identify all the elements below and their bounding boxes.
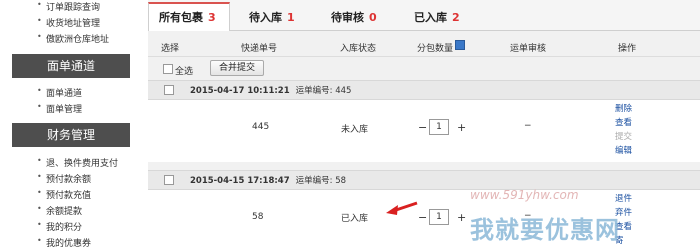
sidebar-link-prepay-recharge[interactable]: 预付款充值 — [37, 188, 91, 201]
col-tracking-no: 快递单号 — [241, 44, 278, 54]
sidebar-link-channel[interactable]: 面单通道 — [37, 86, 82, 99]
qty-plus-button[interactable]: + — [457, 121, 466, 134]
sidebar-link-prepay-balance[interactable]: 预付款余额 — [37, 172, 91, 185]
tab-all-packages[interactable]: 所有包裹 3 — [159, 9, 216, 25]
sidebar-link-waybill-manage[interactable]: 面单管理 — [37, 102, 82, 115]
sidebar-link-coupons[interactable]: 我的优惠券 — [37, 236, 91, 249]
qty-minus-button[interactable]: − — [418, 211, 427, 224]
qty-input[interactable]: 1 — [429, 209, 449, 225]
sidebar-link-points[interactable]: 我的积分 — [37, 220, 82, 233]
tab-pending-storage[interactable]: 待入库 1 — [249, 9, 295, 25]
select-all-checkbox[interactable] — [163, 64, 173, 74]
group-meta: 2015-04-15 17:18:47 运单编号: 58 — [190, 176, 347, 186]
sidebar: 订单跟踪查询 收货地址管理 傲欧洲仓库地址 面单通道 面单通道 面单管理 财务管… — [0, 0, 140, 251]
header-divider — [148, 56, 700, 57]
tab-bar: 所有包裹 3 待入库 1 待审核 0 已入库 2 — [148, 0, 700, 31]
col-actions: 操作 — [618, 44, 637, 54]
col-split-qty: 分包数量 — [417, 44, 454, 54]
red-arrow-annotation — [386, 201, 418, 215]
tracking-number: 445 — [252, 122, 270, 132]
qty-minus-button[interactable]: − — [418, 121, 427, 134]
select-all-label: 全选 — [175, 67, 194, 77]
sidebar-link-order-tracking[interactable]: 订单跟踪查询 — [37, 0, 100, 13]
sidebar-section-finance: 财务管理 — [12, 123, 130, 147]
edit-link[interactable]: 编辑 — [615, 144, 632, 156]
watermark-url: www.591yhw.com — [470, 188, 579, 202]
qty-plus-button[interactable]: + — [457, 211, 466, 224]
tracking-number: 58 — [252, 212, 264, 222]
storage-status: 未入库 — [341, 125, 369, 135]
return-link[interactable]: 退件 — [615, 192, 632, 204]
package-row: 445 未入库 − 1 + − 删除 查看 提交 编辑 — [148, 100, 700, 162]
tab-count: 3 — [208, 11, 216, 24]
view-link[interactable]: 查看 — [615, 116, 632, 128]
col-select: 选择 — [161, 44, 180, 54]
qty-input[interactable]: 1 — [429, 119, 449, 135]
tab-count: 2 — [452, 11, 460, 24]
delete-link[interactable]: 删除 — [615, 102, 632, 114]
group-checkbox[interactable] — [164, 175, 174, 185]
col-storage-status: 入库状态 — [340, 44, 377, 54]
tab-count: 0 — [369, 11, 377, 24]
sidebar-link-warehouse-address[interactable]: 傲欧洲仓库地址 — [37, 32, 109, 45]
merge-submit-button[interactable]: 合并提交 — [210, 60, 264, 76]
review-status: − — [524, 121, 532, 131]
package-group-header: 2015-04-17 10:11:21 运单编号: 445 — [148, 80, 700, 100]
group-meta: 2015-04-17 10:11:21 运单编号: 445 — [190, 86, 352, 96]
tab-count: 1 — [287, 11, 295, 24]
package-group-header: 2015-04-15 17:18:47 运单编号: 58 — [148, 170, 700, 190]
col-waybill-review: 运单审核 — [510, 44, 547, 54]
storage-status: 已入库 — [341, 214, 369, 224]
help-icon[interactable] — [455, 40, 465, 50]
tab-pending-review[interactable]: 待审核 0 — [331, 9, 377, 25]
sidebar-link-withdraw[interactable]: 余额提款 — [37, 204, 82, 217]
submit-link[interactable]: 提交 — [615, 130, 632, 142]
sidebar-link-return-fee[interactable]: 退、换件费用支付 — [37, 156, 118, 169]
tab-stored[interactable]: 已入库 2 — [414, 9, 460, 25]
group-checkbox[interactable] — [164, 85, 174, 95]
sidebar-section-channel: 面单通道 — [12, 54, 130, 78]
sidebar-link-address-manage[interactable]: 收货地址管理 — [37, 16, 100, 29]
watermark-logo: 我就要优惠网 — [470, 216, 620, 244]
